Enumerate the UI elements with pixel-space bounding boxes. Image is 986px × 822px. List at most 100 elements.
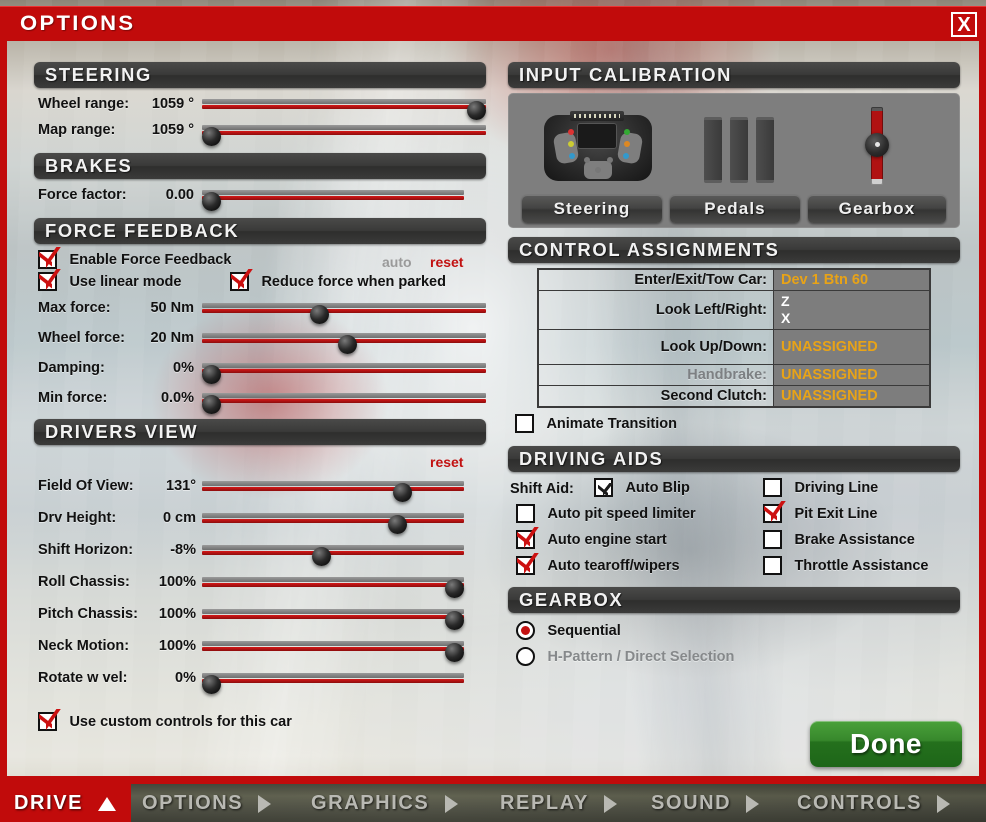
checkbox-box[interactable] xyxy=(763,478,782,497)
slider-track[interactable] xyxy=(202,577,464,598)
assignment-value[interactable]: UNASSIGNED xyxy=(773,329,931,365)
reset-link-drivers-view[interactable]: reset xyxy=(430,454,463,470)
assignment-value[interactable]: UNASSIGNED xyxy=(773,385,931,408)
nav-item-drive[interactable]: DRIVE xyxy=(14,784,117,822)
slider-label: Wheel range: xyxy=(38,96,130,112)
slider-track[interactable] xyxy=(202,303,486,324)
checkbox-auto-engine-start[interactable]: Auto engine start xyxy=(516,527,667,549)
slider-track[interactable] xyxy=(202,333,486,354)
slider-track[interactable] xyxy=(202,641,464,662)
checkbox-use-custom-controls[interactable]: Use custom controls for this car xyxy=(38,709,292,731)
checkbox-throttle-assistance[interactable]: Throttle Assistance xyxy=(763,556,928,575)
checkbox-box[interactable] xyxy=(516,504,535,523)
slider-thumb[interactable] xyxy=(445,643,464,662)
slider-track[interactable] xyxy=(202,190,464,211)
assignment-value[interactable]: Z X xyxy=(773,290,931,330)
nav-item-options[interactable]: OPTIONS xyxy=(142,784,272,822)
slider-thumb[interactable] xyxy=(202,365,221,384)
slider-track[interactable] xyxy=(202,393,486,414)
radio-button[interactable] xyxy=(516,647,535,666)
slider-track[interactable] xyxy=(202,99,486,120)
left-column: STEERING Wheel range: 1059 ° Map range: … xyxy=(34,62,486,742)
control-assignments-table: Enter/Exit/Tow Car: Dev 1 Btn 60 Look Le… xyxy=(537,268,931,408)
slider-thumb[interactable] xyxy=(388,515,408,534)
pedals-icon xyxy=(704,111,784,185)
slider-row-map-range: Map range: 1059 ° xyxy=(34,119,486,146)
checkbox-box[interactable] xyxy=(38,709,61,731)
calibrate-steering-button[interactable]: Steering xyxy=(522,195,662,223)
done-button[interactable]: Done xyxy=(810,721,962,767)
slider-value: -8% xyxy=(170,542,196,558)
slider-label: Field Of View: xyxy=(38,478,134,494)
force-feedback-sliders: Max force: 50 Nm Wheel force: 20 Nm Damp… xyxy=(34,295,486,415)
slider-thumb[interactable] xyxy=(202,395,221,414)
table-row[interactable]: Look Up/Down: UNASSIGNED xyxy=(537,329,931,365)
radio-sequential[interactable]: Sequential xyxy=(516,621,621,640)
checkbox-box[interactable] xyxy=(38,247,61,269)
checkbox-auto-pit-speed-limiter[interactable]: Auto pit speed limiter xyxy=(516,504,696,523)
frame-left-edge xyxy=(0,40,7,782)
radio-button[interactable] xyxy=(516,621,535,640)
table-row[interactable]: Look Left/Right: Z X xyxy=(537,290,931,330)
checkbox-auto-blip[interactable]: Auto Blip xyxy=(594,478,690,497)
nav-item-controls[interactable]: CONTROLS xyxy=(797,784,951,822)
slider-thumb[interactable] xyxy=(393,483,413,502)
nav-label: DRIVE xyxy=(14,792,84,814)
assignment-value[interactable]: Dev 1 Btn 60 xyxy=(773,268,931,291)
calibrate-pedals-button[interactable]: Pedals xyxy=(670,195,800,223)
calibrate-gearbox-button[interactable]: Gearbox xyxy=(808,195,946,223)
slider-thumb[interactable] xyxy=(202,675,221,694)
table-row[interactable]: Second Clutch: UNASSIGNED xyxy=(537,385,931,408)
slider-thumb[interactable] xyxy=(309,305,329,324)
slider-track[interactable] xyxy=(202,609,464,630)
checkbox-brake-assistance[interactable]: Brake Assistance xyxy=(763,530,915,549)
radio-h-pattern[interactable]: H-Pattern / Direct Selection xyxy=(516,647,734,666)
assignment-name: Look Up/Down: xyxy=(537,329,774,365)
nav-item-sound[interactable]: SOUND xyxy=(651,784,760,822)
checkbox-auto-tearoff-wipers[interactable]: Auto tearoff/wipers xyxy=(516,553,680,575)
slider-value: 50 Nm xyxy=(150,300,194,316)
checkbox-box[interactable] xyxy=(763,556,782,575)
checkbox-enable-force-feedback[interactable]: Enable Force Feedback xyxy=(38,247,231,269)
slider-value: 1059 ° xyxy=(151,122,194,138)
checkbox-box[interactable] xyxy=(763,530,782,549)
slider-thumb[interactable] xyxy=(338,335,358,354)
slider-track[interactable] xyxy=(202,513,464,534)
calibrate-pedals-label: Pedals xyxy=(704,199,766,218)
slider-thumb[interactable] xyxy=(202,192,221,211)
checkbox-reduce-force-when-parked[interactable]: Reduce force when parked xyxy=(230,269,446,291)
slider-track[interactable] xyxy=(202,125,486,146)
slider-thumb[interactable] xyxy=(312,547,332,566)
reset-link-ffb[interactable]: reset xyxy=(430,254,463,270)
slider-thumb[interactable] xyxy=(445,611,464,630)
checkbox-animate-transition[interactable]: Animate Transition xyxy=(515,414,677,433)
checkbox-box[interactable] xyxy=(594,478,613,497)
slider-track[interactable] xyxy=(202,673,464,694)
checkbox-box[interactable] xyxy=(516,527,539,549)
checkbox-box[interactable] xyxy=(38,269,61,291)
slider-thumb[interactable] xyxy=(202,127,221,146)
assignment-value[interactable]: UNASSIGNED xyxy=(773,364,931,386)
slider-value: 0.00 xyxy=(165,187,194,203)
close-icon[interactable]: X xyxy=(951,12,977,37)
slider-label: Max force: xyxy=(38,300,111,316)
checkbox-box[interactable] xyxy=(230,269,253,291)
slider-track[interactable] xyxy=(202,545,464,566)
checkbox-box[interactable] xyxy=(515,414,534,433)
checkbox-use-linear-mode[interactable]: Use linear mode xyxy=(38,269,181,291)
slider-track[interactable] xyxy=(202,481,464,502)
nav-item-replay[interactable]: REPLAY xyxy=(500,784,617,822)
checkbox-box[interactable] xyxy=(516,553,539,575)
checkbox-pit-exit-line[interactable]: Pit Exit Line xyxy=(763,501,877,523)
nav-item-graphics[interactable]: GRAPHICS xyxy=(311,784,458,822)
driving-aids-grid: Shift Aid: Auto Blip Auto pit speed limi… xyxy=(508,477,960,587)
slider-thumb[interactable] xyxy=(467,101,486,120)
slider-row-roll-chassis: Roll Chassis: 100% xyxy=(34,568,486,600)
slider-thumb[interactable] xyxy=(445,579,464,598)
slider-row-wheel-range: Wheel range: 1059 ° xyxy=(34,93,486,120)
checkbox-box[interactable] xyxy=(763,501,786,523)
slider-track[interactable] xyxy=(202,363,486,384)
checkbox-driving-line[interactable]: Driving Line xyxy=(763,478,878,497)
table-row[interactable]: Handbrake: UNASSIGNED xyxy=(537,364,931,386)
table-row[interactable]: Enter/Exit/Tow Car: Dev 1 Btn 60 xyxy=(537,268,931,291)
